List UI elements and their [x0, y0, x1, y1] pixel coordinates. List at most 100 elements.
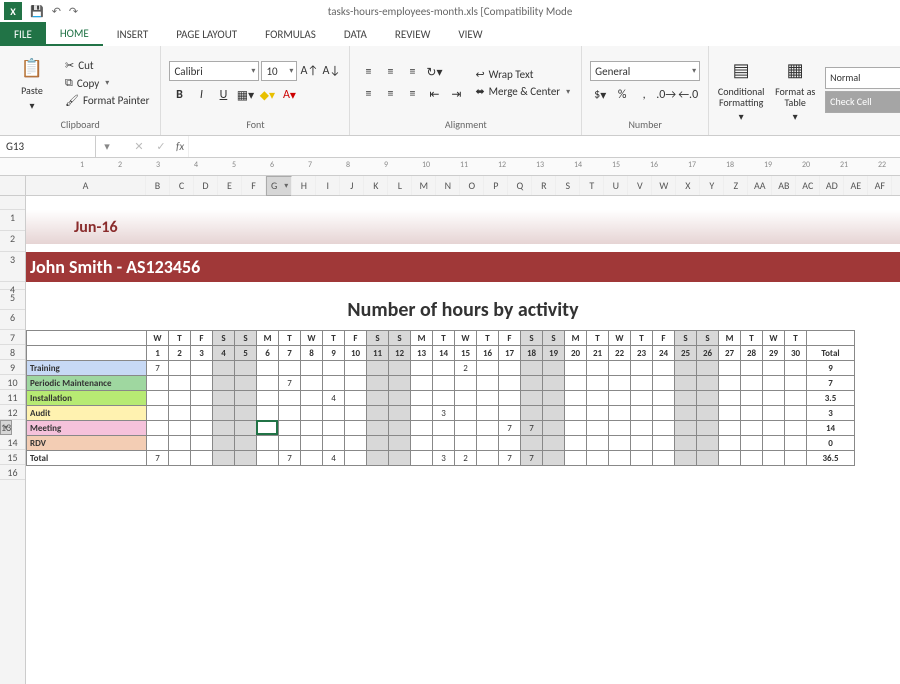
grow-font-button[interactable]: A↑: [299, 61, 319, 81]
percent-button[interactable]: %: [612, 85, 632, 105]
col-header-F[interactable]: F: [242, 176, 266, 195]
hours-table[interactable]: WTFSSMTWTFSSMTWTFSSMTWTFSSMTWT 123456789…: [26, 330, 855, 466]
row-header-4[interactable]: 4: [0, 282, 25, 290]
name-box[interactable]: G13: [0, 136, 96, 157]
copy-button[interactable]: ⧉Copy▾: [62, 75, 152, 91]
col-header-R[interactable]: R: [532, 176, 556, 195]
paste-button[interactable]: 📋 Paste ▾: [8, 50, 56, 116]
comma-button[interactable]: ,: [634, 85, 654, 105]
row-header-16[interactable]: 16: [0, 465, 25, 480]
cell-period[interactable]: Jun-16: [26, 210, 900, 244]
col-header-H[interactable]: H: [292, 176, 316, 195]
row-header-14[interactable]: 14: [0, 435, 25, 450]
col-header-G[interactable]: G: [266, 176, 292, 196]
col-header-L[interactable]: L: [388, 176, 412, 195]
align-middle-button[interactable]: ≡: [380, 62, 400, 82]
col-header-I[interactable]: I: [316, 176, 340, 195]
row-header-1[interactable]: 1: [0, 210, 25, 231]
col-header-Y[interactable]: Y: [700, 176, 724, 195]
col-header-A[interactable]: A: [26, 176, 146, 195]
formula-input[interactable]: [188, 136, 900, 157]
font-size-select[interactable]: 10: [261, 61, 297, 81]
col-header-S[interactable]: S: [556, 176, 580, 195]
underline-button[interactable]: U: [213, 85, 233, 105]
align-bottom-button[interactable]: ≡: [402, 62, 422, 82]
tab-file[interactable]: FILE: [0, 22, 46, 46]
row-header-2[interactable]: 2: [0, 231, 25, 252]
row-header-6[interactable]: 6: [0, 310, 25, 330]
align-right-button[interactable]: ≡: [402, 84, 422, 104]
tab-data[interactable]: DATA: [330, 22, 381, 46]
indent-inc-button[interactable]: ⇥: [446, 84, 466, 104]
col-header-B[interactable]: B: [146, 176, 170, 195]
row-header-10[interactable]: 10: [0, 375, 25, 390]
cell-employee[interactable]: John Smith - AS123456: [26, 252, 900, 282]
font-color-button[interactable]: A▾: [279, 85, 299, 105]
cut-button[interactable]: ✂Cut: [62, 58, 152, 73]
col-header-AC[interactable]: AC: [796, 176, 820, 195]
col-header-AA[interactable]: AA: [748, 176, 772, 195]
col-header-E[interactable]: E: [218, 176, 242, 195]
row-header-9[interactable]: 9: [0, 360, 25, 375]
row-header-5[interactable]: 5: [0, 290, 25, 310]
align-left-button[interactable]: ≡: [358, 84, 378, 104]
redo-icon[interactable]: ↷: [69, 5, 78, 18]
col-header-AB[interactable]: AB: [772, 176, 796, 195]
fx-icon[interactable]: fx: [172, 140, 188, 153]
col-header-C[interactable]: C: [170, 176, 194, 195]
tab-view[interactable]: VIEW: [444, 22, 496, 46]
col-header-X[interactable]: X: [676, 176, 700, 195]
decrease-decimal-button[interactable]: ←.0: [678, 85, 698, 105]
increase-decimal-button[interactable]: .0→: [656, 85, 676, 105]
col-header-M[interactable]: M: [412, 176, 436, 195]
cell-chart-title[interactable]: Number of hours by activity: [26, 290, 900, 330]
font-name-select[interactable]: Calibri: [169, 61, 259, 81]
tab-review[interactable]: REVIEW: [381, 22, 445, 46]
row-header-13[interactable]: 13: [0, 420, 12, 435]
align-center-button[interactable]: ≡: [380, 84, 400, 104]
col-header-N[interactable]: N: [436, 176, 460, 195]
style-normal[interactable]: Normal: [825, 67, 900, 89]
wrap-text-button[interactable]: ↩Wrap Text: [472, 67, 573, 82]
italic-button[interactable]: I: [191, 85, 211, 105]
grid[interactable]: Jun-16 John Smith - AS123456 Number of h…: [26, 196, 900, 684]
orientation-button[interactable]: ↻▾: [424, 62, 444, 82]
col-header-AF[interactable]: AF: [868, 176, 892, 195]
style-check-cell[interactable]: Check Cell: [825, 91, 900, 113]
row-headers[interactable]: 12345678910111213141516: [0, 196, 26, 684]
col-header-D[interactable]: D: [194, 176, 218, 195]
row-header-15[interactable]: 15: [0, 450, 25, 465]
row-header-8[interactable]: 8: [0, 345, 25, 360]
col-header-W[interactable]: W: [652, 176, 676, 195]
col-header-Z[interactable]: Z: [724, 176, 748, 195]
fill-color-button[interactable]: ◆▾: [257, 85, 277, 105]
col-header-O[interactable]: O: [460, 176, 484, 195]
number-format-select[interactable]: General: [590, 61, 700, 81]
col-header-AE[interactable]: AE: [844, 176, 868, 195]
format-painter-button[interactable]: 🖌Format Painter: [62, 93, 152, 108]
col-header-AD[interactable]: AD: [820, 176, 844, 195]
row-header-7[interactable]: 7: [0, 330, 25, 345]
tab-insert[interactable]: INSERT: [103, 22, 163, 46]
merge-center-button[interactable]: ⬌Merge & Center▾: [472, 84, 573, 99]
namebox-dropdown[interactable]: ▾: [96, 140, 118, 153]
col-header-T[interactable]: T: [580, 176, 604, 195]
enter-icon[interactable]: ✓: [150, 140, 172, 153]
save-icon[interactable]: 💾: [30, 5, 44, 18]
row-header-12[interactable]: 12: [0, 405, 25, 420]
column-headers[interactable]: ABCDEFGHIJKLMNOPQRSTUVWXYZAAABACADAEAF: [0, 176, 900, 196]
tab-page-layout[interactable]: PAGE LAYOUT: [162, 22, 251, 46]
indent-dec-button[interactable]: ⇤: [424, 84, 444, 104]
col-header-V[interactable]: V: [628, 176, 652, 195]
row-header-3[interactable]: 3: [0, 252, 25, 282]
format-as-table-button[interactable]: ▦ Format as Table▾: [771, 50, 819, 129]
col-header-P[interactable]: P: [484, 176, 508, 195]
cancel-icon[interactable]: ✕: [128, 140, 150, 153]
borders-button[interactable]: ▦▾: [235, 85, 255, 105]
shrink-font-button[interactable]: A↓: [321, 61, 341, 81]
undo-icon[interactable]: ↶: [52, 5, 61, 18]
currency-button[interactable]: $▾: [590, 85, 610, 105]
col-header-Q[interactable]: Q: [508, 176, 532, 195]
tab-formulas[interactable]: FORMULAS: [251, 22, 330, 46]
col-header-K[interactable]: K: [364, 176, 388, 195]
